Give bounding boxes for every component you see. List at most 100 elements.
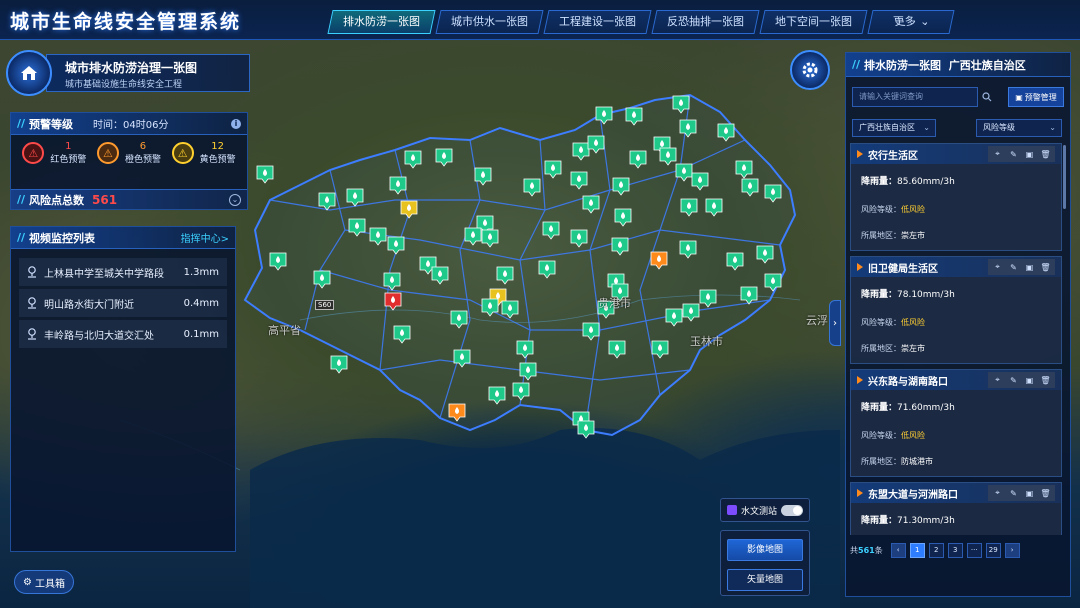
risk-point-marker[interactable] (330, 355, 348, 374)
location-pin-icon (28, 266, 36, 278)
tab-construction[interactable]: 工程建设一张图 (543, 10, 652, 34)
yellow-label: 黄色预警 (199, 155, 236, 165)
edit-icon[interactable]: ✎ (1007, 148, 1020, 160)
road-shield: S60 (315, 300, 335, 310)
edit-icon[interactable]: ✎ (1007, 261, 1020, 273)
warning-levels: ⚠ 1 红色预警 ⚠ 6 橙色预警 ⚠ 12 黄色预警 (11, 135, 247, 165)
hydro-station-label: 水文测站 (741, 506, 778, 517)
chevron-down-icon[interactable]: ⌄ (229, 193, 241, 206)
card-tools: ⌖ ✎ ▣ 🗑 (988, 372, 1055, 388)
list-item[interactable]: 兴东路与湖南路口 ⌖ ✎ ▣ 🗑 降雨量：71.60mm/3h 风险等级：低风险 所属… (850, 369, 1062, 477)
delete-icon[interactable]: 🗑 (1039, 148, 1052, 160)
point-list-panel: // 排水防涝一张图 广西壮族自治区 请输入关键词查询 ▣ 预警管理 广西壮族自… (845, 52, 1071, 597)
map-label-guigang: 贵港市 (598, 297, 631, 310)
area-label: 所属地区： (861, 344, 901, 353)
level-orange[interactable]: ⚠ 6 橙色预警 (96, 141, 161, 165)
list-item[interactable]: 上林县中学至城关中学路段 1.3mm (19, 258, 227, 286)
warning-management-button[interactable]: ▣ 预警管理 (1008, 87, 1064, 107)
panel-title: 预警等级 (29, 117, 74, 131)
region-select[interactable]: 广西壮族自治区 ⌄ (852, 119, 936, 137)
settings-button[interactable] (790, 50, 830, 90)
collapse-panel-button[interactable]: › (829, 300, 841, 346)
toggle-switch[interactable] (781, 504, 803, 516)
image-icon[interactable]: ▣ (1023, 374, 1036, 386)
risk-label: 风险等级： (861, 431, 901, 440)
rain-value: 71.30mm/3h (897, 516, 955, 526)
locate-icon[interactable]: ⌖ (991, 148, 1004, 160)
delete-icon[interactable]: 🗑 (1039, 261, 1052, 273)
map-type-switcher: 影像地图 矢量地图 (720, 530, 810, 596)
area-label: 所属地区： (861, 231, 901, 240)
page-button[interactable]: 2 (928, 543, 944, 558)
level-red[interactable]: ⚠ 1 红色预警 (22, 141, 86, 165)
rain-value: 71.60mm/3h (897, 403, 955, 413)
risk-point-marker[interactable] (256, 165, 274, 184)
info-icon[interactable]: i (231, 118, 241, 129)
list-item[interactable]: 丰岭路与北归大道交汇处 0.1mm (19, 320, 227, 348)
list-item[interactable]: 明山路水街大门附近 0.4mm (19, 289, 227, 317)
warning-level-panel: // 预警等级 时间：04时06分 i ⚠ 1 红色预警 ⚠ 6 橙色预警 ⚠ … (10, 112, 248, 210)
risk-select-value: 风险等级 (983, 123, 1015, 132)
card-tools: ⌖ ✎ ▣ 🗑 (988, 146, 1055, 162)
prev-page-button[interactable]: ‹ (890, 543, 906, 558)
delete-icon[interactable]: 🗑 (1039, 487, 1052, 499)
rain-value: 85.60mm/3h (897, 177, 955, 187)
yellow-warning-icon: ⚠ (171, 142, 194, 164)
chevron-down-icon: ⌄ (923, 123, 930, 132)
chevron-right-icon: › (833, 317, 837, 329)
slash-icon: // (17, 193, 26, 206)
tab-pumping[interactable]: 反恐抽排一张图 (651, 10, 760, 34)
page-ellipsis[interactable]: ··· (966, 543, 982, 558)
risk-value: 低风险 (901, 431, 925, 440)
gear-icon: ⚙ (23, 576, 32, 588)
item-name: 明山路水街大门附近 (44, 299, 134, 311)
map-label-yunfu: 云浮 (806, 314, 828, 327)
card-tools: ⌖ ✎ ▣ 🗑 (988, 259, 1055, 275)
search-icon[interactable] (982, 92, 992, 102)
toolbox-button[interactable]: ⚙ 工具箱 (14, 570, 74, 594)
hydro-station-toggle[interactable]: 水文测站 (720, 498, 810, 522)
triangle-icon (857, 489, 863, 497)
locate-icon[interactable]: ⌖ (991, 374, 1004, 386)
risk-level-select[interactable]: 风险等级 ⌄ (976, 119, 1062, 137)
list-item[interactable]: 农行生活区 ⌖ ✎ ▣ 🗑 降雨量：85.60mm/3h 风险等级：低风险 所属地区：… (850, 143, 1062, 251)
image-icon[interactable]: ▣ (1023, 261, 1036, 273)
search-input[interactable]: 请输入关键词查询 (852, 87, 978, 107)
page-button[interactable]: 3 (947, 543, 963, 558)
command-center-link[interactable]: 指挥中心> (181, 230, 229, 245)
edit-icon[interactable]: ✎ (1007, 374, 1020, 386)
list-item[interactable]: 东盟大道与河洲路口 ⌖ ✎ ▣ 🗑 降雨量：71.30mm/3h (850, 482, 1062, 535)
area-value: 崇左市 (901, 344, 925, 353)
tab-underground[interactable]: 地下空间一张图 (759, 10, 868, 34)
locate-icon[interactable]: ⌖ (991, 487, 1004, 499)
risk-total-bar[interactable]: // 风险点总数 561 ⌄ (11, 189, 247, 209)
brand-title-box: 城市排水防涝治理一张图 城市基础设施生命线安全工程 (46, 54, 250, 92)
image-icon[interactable]: ▣ (1023, 487, 1036, 499)
scrollbar[interactable] (1063, 145, 1066, 209)
item-name: 丰岭路与北归大道交汇处 (44, 330, 154, 342)
list-item[interactable]: 旧卫健局生活区 ⌖ ✎ ▣ 🗑 降雨量：78.10mm/3h 风险等级：低风险 所属地… (850, 256, 1062, 364)
image-icon[interactable]: ▣ (1023, 148, 1036, 160)
warning-management-label: 预警管理 (1024, 92, 1057, 102)
delete-icon[interactable]: 🗑 (1039, 374, 1052, 386)
home-icon[interactable] (6, 50, 52, 96)
risk-total-label: 风险点总数 (29, 193, 85, 207)
tab-drainage[interactable]: 排水防涝一张图 (327, 10, 436, 34)
tab-water-supply[interactable]: 城市供水一张图 (435, 10, 544, 34)
item-value: 0.1mm (183, 328, 219, 340)
triangle-icon (857, 150, 863, 158)
level-yellow[interactable]: ⚠ 12 黄色预警 (171, 141, 236, 165)
pagination: 共561条 ‹ 1 2 3 ··· 29 › (850, 543, 1020, 558)
triangle-icon (857, 263, 863, 271)
edit-icon[interactable]: ✎ (1007, 487, 1020, 499)
vector-map-button[interactable]: 矢量地图 (727, 569, 803, 591)
locate-icon[interactable]: ⌖ (991, 261, 1004, 273)
map-label-gaoping: 高平省 (268, 324, 301, 337)
next-page-button[interactable]: › (1004, 543, 1020, 558)
image-map-button[interactable]: 影像地图 (727, 539, 803, 561)
tab-more[interactable]: 更多 ⌄ (867, 10, 955, 34)
page-button[interactable]: 29 (985, 543, 1001, 558)
page-button[interactable]: 1 (909, 543, 925, 558)
top-tabs: 排水防涝一张图 城市供水一张图 工程建设一张图 反恐抽排一张图 地下空间一张图 … (327, 10, 955, 34)
rain-label: 降雨量： (861, 177, 898, 187)
